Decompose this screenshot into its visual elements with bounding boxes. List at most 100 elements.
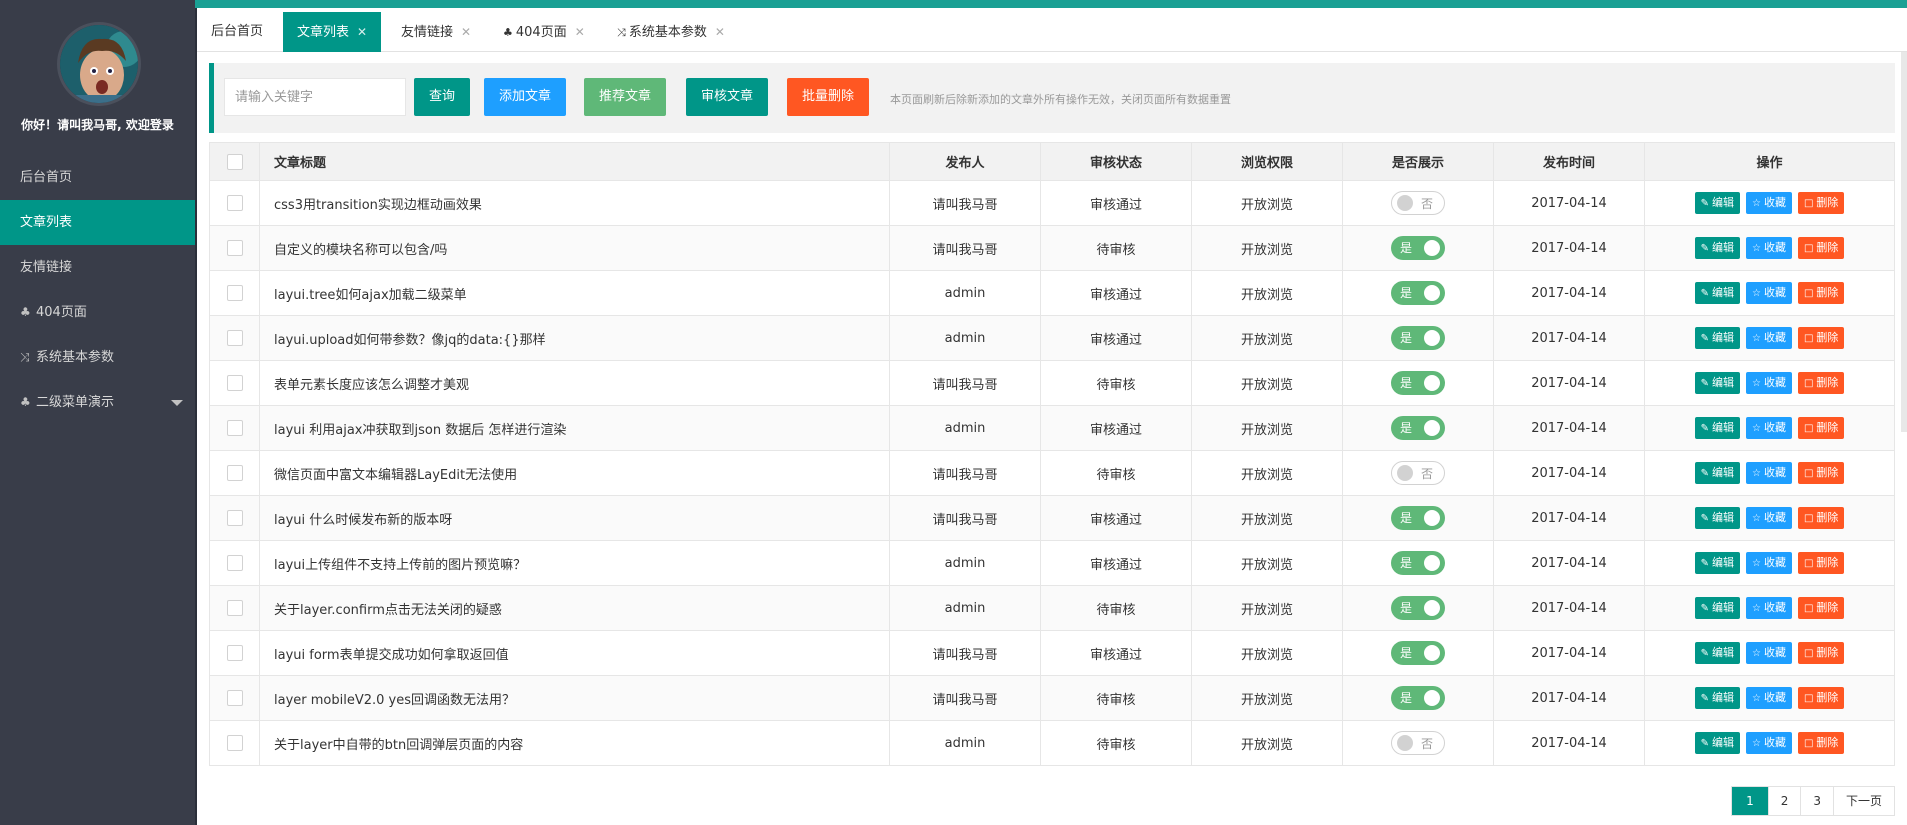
edit-button[interactable]: ✎ 编辑 (1694, 327, 1740, 349)
edit-button[interactable]: ✎ 编辑 (1694, 417, 1740, 439)
show-toggle[interactable]: 是 (1391, 416, 1445, 440)
show-toggle[interactable]: 否 (1391, 191, 1445, 215)
query-button[interactable]: 查询 (414, 78, 471, 116)
tab-links[interactable]: 友情链接 ✕ (387, 12, 485, 52)
edit-button[interactable]: ✎ 编辑 (1694, 687, 1740, 709)
show-toggle[interactable]: 是 (1391, 641, 1445, 665)
show-toggle[interactable]: 是 (1391, 506, 1445, 530)
row-checkbox[interactable] (226, 195, 243, 211)
row-checkbox[interactable] (226, 330, 243, 346)
edit-button[interactable]: ✎ 编辑 (1694, 597, 1740, 619)
favorite-button[interactable]: ☆ 收藏 (1745, 372, 1792, 394)
favorite-button[interactable]: ☆ 收藏 (1745, 642, 1792, 664)
edit-button[interactable]: ✎ 编辑 (1694, 372, 1740, 394)
show-toggle[interactable]: 是 (1391, 236, 1445, 260)
edit-button[interactable]: ✎ 编辑 (1694, 552, 1740, 574)
favorite-button[interactable]: ☆ 收藏 (1745, 597, 1792, 619)
delete-button[interactable]: □ 删除 (1797, 417, 1845, 439)
delete-button[interactable]: □ 删除 (1797, 552, 1845, 574)
batch-delete-button[interactable]: 批量删除 (787, 78, 870, 116)
show-toggle[interactable]: 否 (1391, 731, 1445, 755)
favorite-button[interactable]: ☆ 收藏 (1745, 327, 1792, 349)
row-checkbox[interactable] (226, 645, 243, 661)
favorite-button[interactable]: ☆ 收藏 (1745, 192, 1792, 214)
edit-label: 编辑 (1711, 331, 1734, 344)
ops-cell: ✎ 编辑 ☆ 收藏 □ 删除 (1644, 450, 1895, 496)
favorite-button[interactable]: ☆ 收藏 (1745, 417, 1792, 439)
show-toggle[interactable]: 是 (1391, 371, 1445, 395)
favorite-button[interactable]: ☆ 收藏 (1745, 552, 1792, 574)
tab-404[interactable]: ♣ 404页面 ✕ (489, 12, 599, 52)
page-1-button[interactable]: 1 (1732, 787, 1768, 815)
sidebar-item-system-params[interactable]: ⤨ 系统基本参数 (0, 335, 195, 380)
page-2-button[interactable]: 2 (1767, 787, 1801, 815)
edit-button[interactable]: ✎ 编辑 (1694, 192, 1740, 214)
delete-button[interactable]: □ 删除 (1797, 282, 1845, 304)
row-checkbox[interactable] (226, 600, 243, 616)
row-checkbox[interactable] (226, 690, 243, 706)
delete-button[interactable]: □ 删除 (1797, 462, 1845, 484)
row-checkbox[interactable] (226, 735, 243, 751)
delete-label: 删除 (1816, 511, 1839, 524)
delete-button[interactable]: □ 删除 (1797, 597, 1845, 619)
favorite-button[interactable]: ☆ 收藏 (1745, 732, 1792, 754)
delete-button[interactable]: □ 删除 (1797, 372, 1845, 394)
edit-icon: ✎ (1700, 243, 1709, 254)
delete-button[interactable]: □ 删除 (1797, 642, 1845, 664)
row-checkbox[interactable] (226, 240, 243, 256)
sidebar-item-links[interactable]: 友情链接 (0, 245, 195, 290)
edit-button[interactable]: ✎ 编辑 (1694, 237, 1740, 259)
delete-button[interactable]: □ 删除 (1797, 192, 1845, 214)
show-toggle[interactable]: 是 (1391, 551, 1445, 575)
search-input[interactable] (224, 78, 406, 116)
avatar[interactable] (57, 22, 141, 106)
delete-button[interactable]: □ 删除 (1797, 732, 1845, 754)
close-icon[interactable]: ✕ (357, 25, 367, 39)
sidebar-item-article-list[interactable]: 文章列表 (0, 200, 195, 245)
edit-button[interactable]: ✎ 编辑 (1694, 462, 1740, 484)
favorite-button[interactable]: ☆ 收藏 (1745, 282, 1792, 304)
close-icon[interactable]: ✕ (575, 25, 585, 39)
delete-button[interactable]: □ 删除 (1797, 507, 1845, 529)
show-toggle[interactable]: 是 (1391, 686, 1445, 710)
show-toggle[interactable]: 是 (1391, 596, 1445, 620)
edit-button[interactable]: ✎ 编辑 (1694, 507, 1740, 529)
favorite-button[interactable]: ☆ 收藏 (1745, 687, 1792, 709)
article-title: layui form表单提交成功如何拿取返回值 (259, 630, 890, 676)
show-toggle[interactable]: 否 (1391, 461, 1445, 485)
favorite-button[interactable]: ☆ 收藏 (1745, 462, 1792, 484)
add-article-button[interactable]: 添加文章 (484, 78, 567, 116)
favorite-button[interactable]: ☆ 收藏 (1745, 507, 1792, 529)
delete-button[interactable]: □ 删除 (1797, 237, 1845, 259)
sidebar-item-404[interactable]: ♣ 404页面 (0, 290, 195, 335)
tab-system-params[interactable]: ⤨ 系统基本参数 ✕ (603, 12, 739, 52)
audit-article-button[interactable]: 审核文章 (686, 78, 769, 116)
favorite-button[interactable]: ☆ 收藏 (1745, 237, 1792, 259)
delete-button[interactable]: □ 删除 (1797, 687, 1845, 709)
row-check-cell (209, 450, 260, 496)
sidebar-item-home[interactable]: 后台首页 (0, 155, 195, 200)
close-icon[interactable]: ✕ (715, 25, 725, 39)
recommend-article-button[interactable]: 推荐文章 (584, 78, 667, 116)
row-checkbox[interactable] (226, 375, 243, 391)
delete-button[interactable]: □ 删除 (1797, 327, 1845, 349)
tab-article-list[interactable]: 文章列表 ✕ (283, 12, 382, 52)
select-all-checkbox[interactable] (226, 153, 243, 170)
row-checkbox[interactable] (226, 555, 243, 571)
article-status: 待审核 (1040, 720, 1192, 766)
row-checkbox[interactable] (226, 420, 243, 436)
edit-button[interactable]: ✎ 编辑 (1694, 282, 1740, 304)
page-3-button[interactable]: 3 (1800, 787, 1833, 815)
scrollbar[interactable] (1901, 52, 1907, 432)
show-toggle[interactable]: 是 (1391, 326, 1445, 350)
row-checkbox[interactable] (226, 510, 243, 526)
next-page-button[interactable]: 下一页 (1832, 787, 1894, 815)
close-icon[interactable]: ✕ (461, 25, 471, 39)
row-checkbox[interactable] (226, 465, 243, 481)
tab-home[interactable]: 后台首页 (197, 12, 277, 52)
show-toggle[interactable]: 是 (1391, 281, 1445, 305)
row-checkbox[interactable] (226, 285, 243, 301)
edit-button[interactable]: ✎ 编辑 (1694, 642, 1740, 664)
sidebar-item-submenu-demo[interactable]: ♣ 二级菜单演示 (0, 380, 195, 425)
edit-button[interactable]: ✎ 编辑 (1694, 732, 1740, 754)
